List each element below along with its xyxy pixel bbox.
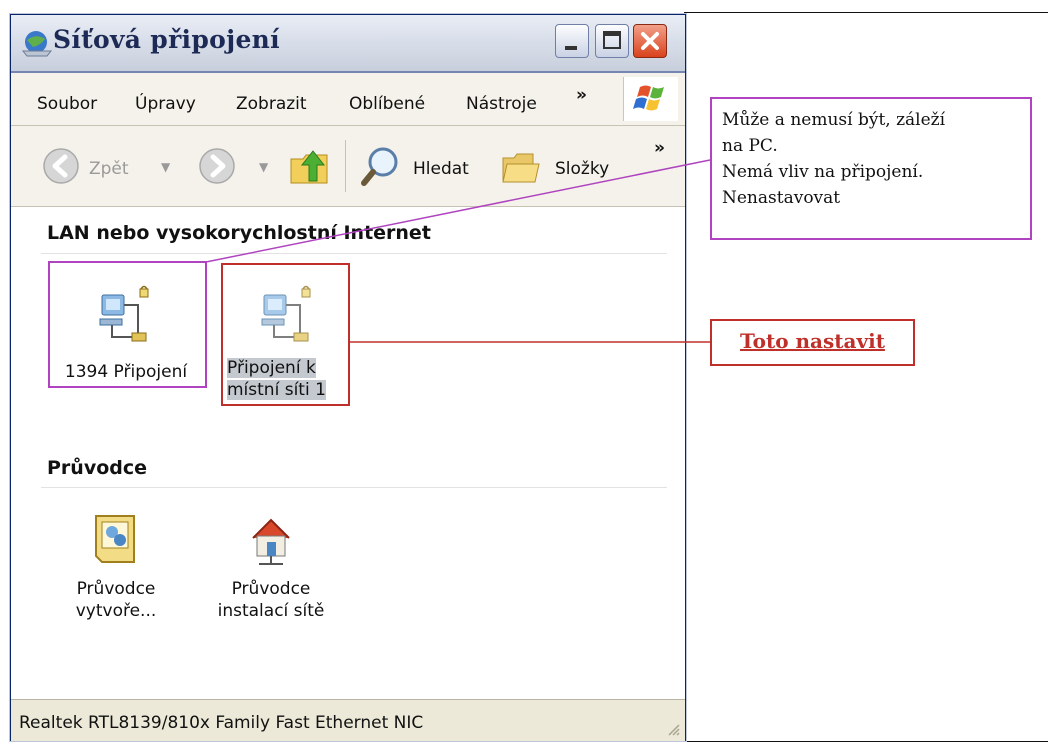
back-dropdown-icon[interactable]: ▼	[161, 160, 170, 174]
minimize-icon	[565, 46, 577, 50]
folders-icon	[502, 153, 540, 183]
group-divider-lan	[41, 253, 667, 254]
wizard-new-connection-line1: Průvodce	[76, 579, 156, 599]
close-button[interactable]	[633, 24, 667, 58]
search-button[interactable]: Hledat	[357, 140, 487, 192]
connection-1394-label: 1394 Připojení	[64, 362, 188, 382]
status-bar: Realtek RTL8139/810x Family Fast Etherne…	[11, 699, 685, 741]
group-header-lan: LAN nebo vysokorychlostní Internet	[47, 222, 431, 244]
toolbar-separator	[345, 140, 346, 192]
wizard-new-connection[interactable]: Průvodce vytvoře...	[56, 512, 176, 622]
group-header-wizards: Průvodce	[47, 457, 148, 479]
back-label: Zpět	[89, 159, 129, 179]
minimize-button[interactable]	[555, 24, 589, 58]
wizard-network-setup[interactable]: Průvodce instalací sítě	[201, 512, 341, 622]
local-area-connection-1[interactable]: Připojení k místní síti 1	[223, 285, 353, 401]
menu-nastroje[interactable]: Nástroje	[466, 94, 537, 114]
menu-zobrazit[interactable]: Zobrazit	[236, 94, 307, 114]
back-button[interactable]: Zpět	[35, 140, 155, 192]
menu-soubor[interactable]: Soubor	[37, 94, 97, 114]
menu-oblibene[interactable]: Oblíbené	[349, 94, 425, 114]
local-area-connection-label-line2: místní síti 1	[227, 380, 326, 400]
wizard-new-connection-line2: vytvoře...	[75, 601, 157, 621]
toolbar: Zpět ▼ ▼ Hledat Složky »	[11, 126, 685, 207]
note-line-4: Nenastavovat	[722, 188, 841, 208]
window-title: Síťová připojení	[53, 25, 280, 54]
home-network-icon	[252, 518, 290, 565]
menu-bar: Soubor Úpravy Zobrazit Oblíbené Nástroje…	[11, 73, 685, 126]
maximize-button[interactable]	[595, 24, 629, 58]
network-connection-icon	[261, 285, 311, 342]
folders-label: Složky	[555, 159, 610, 179]
note-line-2: na PC.	[722, 136, 778, 156]
up-folder-icon[interactable]	[287, 143, 333, 189]
network-connections-window: Síťová připojení Soubor Úpravy Zobrazit …	[10, 14, 686, 741]
note-line-1: Může a nemusí být, záleží	[722, 110, 946, 130]
wizard-network-setup-line1: Průvodce	[231, 579, 311, 599]
annotation-callout-label: Toto nastavit	[740, 329, 885, 353]
resize-grip-icon[interactable]	[665, 721, 681, 737]
connection-wizard-icon	[95, 515, 135, 563]
forward-arrow-icon	[199, 148, 235, 184]
annotation-callout-box: Toto nastavit	[710, 319, 915, 366]
folders-button[interactable]: Složky	[497, 140, 627, 192]
wizard-network-setup-line2: instalací sítě	[217, 601, 325, 621]
menu-more-chevron[interactable]: »	[576, 85, 587, 105]
frame-top-line	[684, 12, 1048, 13]
network-globe-icon	[21, 31, 53, 57]
search-label: Hledat	[413, 159, 469, 179]
note-line-3: Nemá vliv na připojení.	[722, 162, 924, 182]
menu-upravy[interactable]: Úpravy	[135, 94, 196, 114]
back-arrow-icon	[43, 148, 79, 184]
group-divider-wizards	[41, 487, 667, 488]
toolbar-more-chevron[interactable]: »	[654, 138, 665, 158]
local-area-connection-label-line1: Připojení k	[227, 358, 316, 378]
connection-1394[interactable]: 1394 Připojení	[51, 285, 201, 383]
close-icon	[641, 32, 659, 50]
windows-logo-icon	[623, 77, 678, 121]
network-connection-icon	[99, 285, 149, 342]
status-text: Realtek RTL8139/810x Family Fast Etherne…	[19, 713, 424, 733]
search-icon	[361, 147, 398, 186]
content-area: LAN nebo vysokorychlostní Internet 1394 …	[11, 207, 685, 699]
forward-dropdown-icon[interactable]: ▼	[259, 160, 268, 174]
forward-button[interactable]	[191, 140, 243, 192]
title-bar[interactable]: Síťová připojení	[11, 15, 685, 72]
maximize-icon	[603, 31, 621, 49]
annotation-note-box: Může a nemusí být, záleží na PC. Nemá vl…	[710, 97, 1032, 240]
frame-bottom-line	[684, 741, 1048, 742]
